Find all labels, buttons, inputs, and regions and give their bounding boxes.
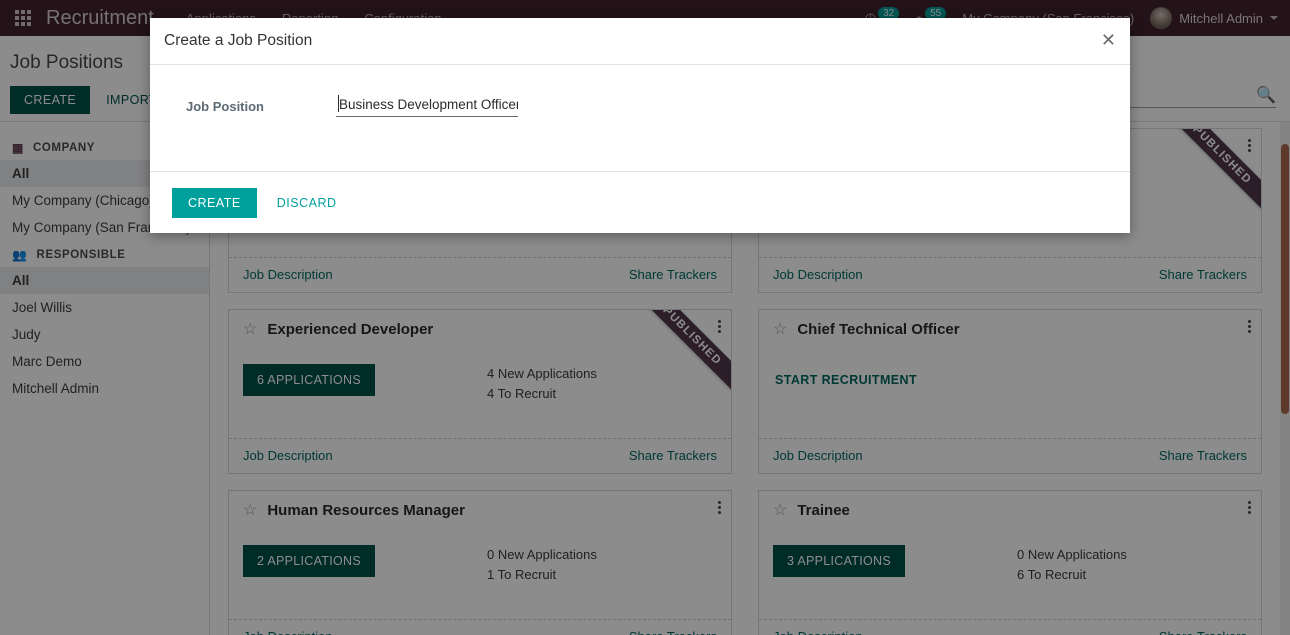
dialog-header: Create a Job Position ✕: [150, 18, 1130, 65]
dialog-title: Create a Job Position: [164, 32, 313, 49]
text-caret: [338, 95, 339, 112]
job-position-field-row: Job Position: [150, 95, 1130, 117]
create-job-position-dialog: Create a Job Position ✕ Job Position CRE…: [150, 18, 1130, 233]
job-position-input-wrap: [336, 95, 518, 117]
job-position-input[interactable]: [336, 95, 518, 117]
dialog-body: Job Position: [150, 65, 1130, 171]
close-icon[interactable]: ✕: [1101, 31, 1116, 49]
dialog-footer: CREATE DISCARD: [150, 171, 1130, 233]
dialog-create-button[interactable]: CREATE: [172, 187, 257, 218]
job-position-label: Job Position: [186, 98, 264, 114]
dialog-discard-button[interactable]: DISCARD: [265, 188, 349, 218]
app-root: Recruitment Applications Reporting Confi…: [0, 0, 1290, 635]
